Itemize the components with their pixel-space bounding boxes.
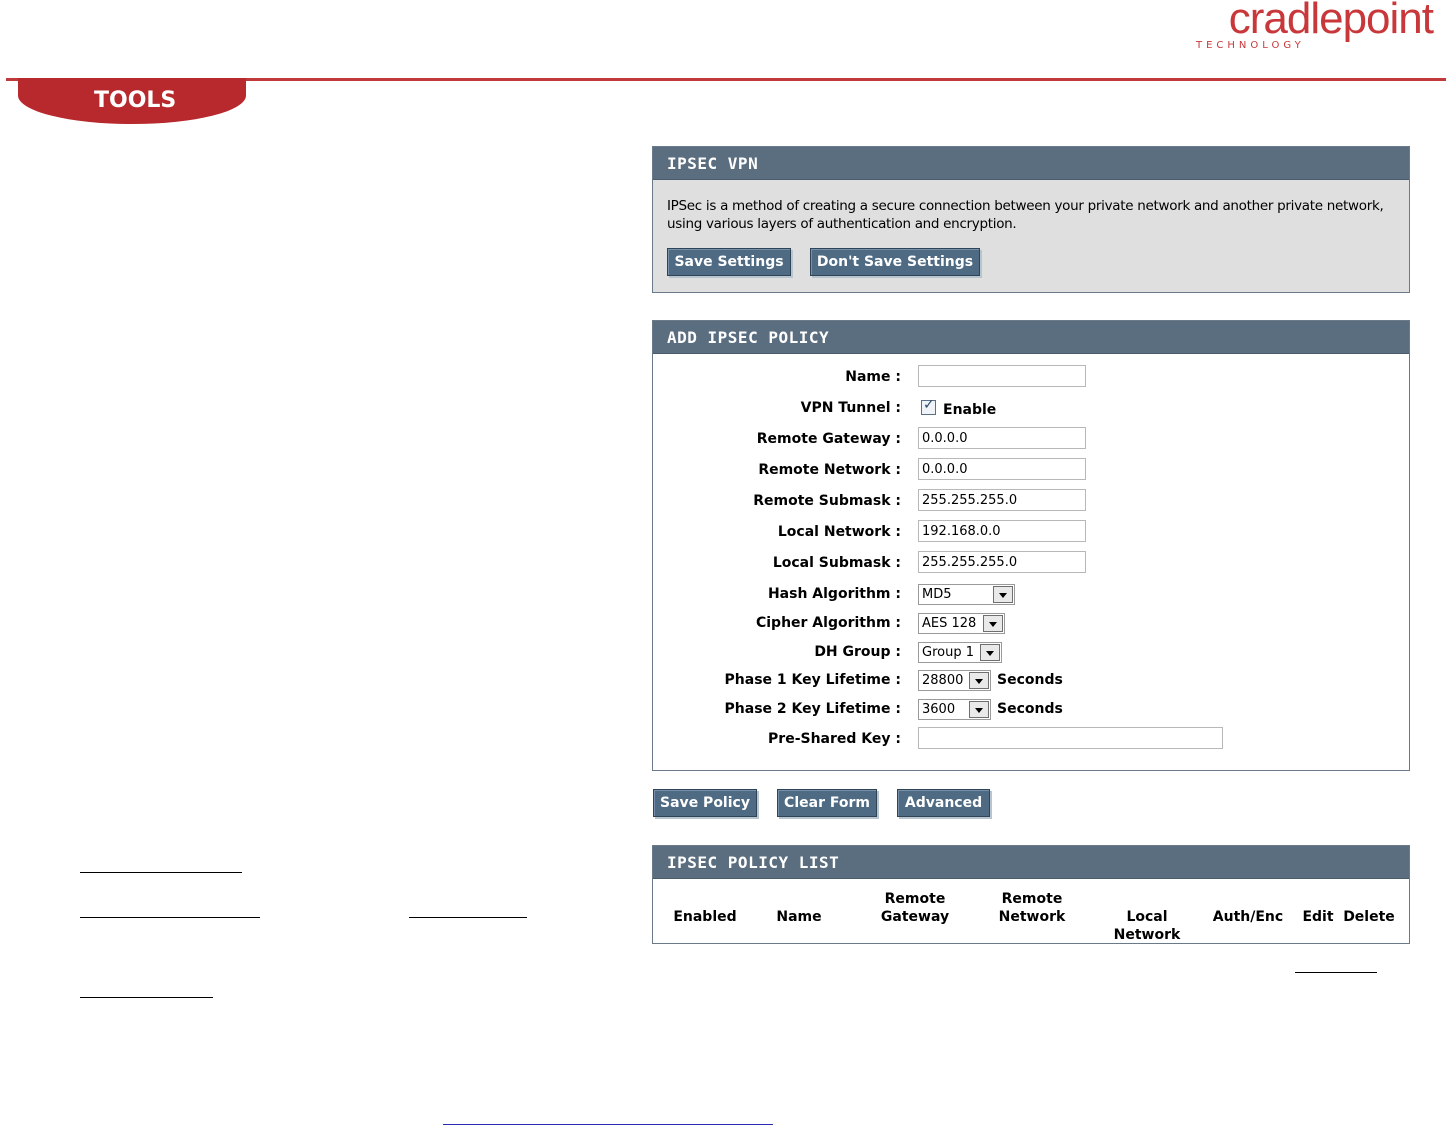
column-remote-network: Remote Network	[989, 890, 1075, 926]
chevron-down-icon[interactable]	[969, 672, 989, 689]
link-underline[interactable]	[409, 917, 527, 918]
cradlepoint-logo: cradlepoint TECHNOLOGY	[1188, 0, 1434, 56]
dh-group-label: DH Group :	[814, 644, 901, 660]
ipsec-vpn-panel: IPSEC VPN IPSec is a method of creating …	[652, 146, 1410, 293]
add-ipsec-policy-panel: ADD IPSEC POLICY Name : VPN Tunnel : Ena…	[652, 320, 1410, 771]
column-delete: Delete	[1343, 909, 1395, 925]
phase2-lifetime-label: Phase 2 Key Lifetime :	[724, 701, 901, 717]
local-network-label: Local Network :	[777, 524, 901, 540]
column-remote-network-label: Remote Network	[998, 891, 1066, 925]
pre-shared-key-label: Pre-Shared Key :	[768, 731, 901, 747]
column-remote-gateway-label: Remote Gateway	[880, 891, 950, 925]
name-label: Name :	[845, 369, 901, 385]
save-policy-button[interactable]: Save Policy	[653, 789, 757, 817]
remote-network-input[interactable]: 0.0.0.0	[918, 458, 1086, 480]
hash-algorithm-value: MD5	[922, 587, 952, 602]
ipsec-policy-list-panel: IPSEC POLICY LIST Enabled Name Remote Ga…	[652, 845, 1410, 944]
local-submask-label: Local Submask :	[772, 555, 901, 571]
tools-tab-label: TOOLS	[94, 88, 177, 113]
ipsec-vpn-title: IPSEC VPN	[653, 147, 1409, 180]
brand-name: cradlepoint	[1228, 0, 1434, 43]
policy-list-title: IPSEC POLICY LIST	[653, 846, 1409, 879]
remote-gateway-input[interactable]: 0.0.0.0	[918, 427, 1086, 449]
phase2-seconds-label: Seconds	[997, 701, 1063, 717]
local-network-input[interactable]: 192.168.0.0	[918, 520, 1086, 542]
cipher-algorithm-select[interactable]: AES 128	[918, 613, 1005, 634]
clear-form-button[interactable]: Clear Form	[777, 789, 877, 817]
phase2-lifetime-value: 3600	[922, 702, 956, 717]
column-auth-enc: Auth/Enc	[1212, 909, 1284, 925]
advanced-button[interactable]: Advanced	[897, 789, 990, 817]
local-submask-input[interactable]: 255.255.255.0	[918, 551, 1086, 573]
add-policy-title: ADD IPSEC POLICY	[653, 321, 1409, 354]
vpn-tunnel-label: VPN Tunnel :	[800, 400, 901, 416]
column-name: Name	[776, 909, 822, 925]
pre-shared-key-input[interactable]	[918, 727, 1223, 749]
cipher-algorithm-label: Cipher Algorithm :	[755, 615, 901, 631]
chevron-down-icon[interactable]	[980, 644, 1000, 661]
brand-tagline: TECHNOLOGY	[1196, 40, 1305, 51]
vpn-tunnel-enable-label: Enable	[943, 402, 997, 418]
phase1-lifetime-select[interactable]: 28800	[918, 670, 991, 691]
dont-save-settings-button[interactable]: Don't Save Settings	[810, 248, 980, 276]
phase1-seconds-label: Seconds	[997, 672, 1063, 688]
link-underline[interactable]	[80, 997, 213, 998]
hash-algorithm-select[interactable]: MD5	[918, 584, 1015, 605]
remote-network-label: Remote Network :	[758, 462, 901, 478]
hash-algorithm-label: Hash Algorithm :	[767, 586, 901, 602]
ipsec-description: IPSec is a method of creating a secure c…	[667, 198, 1384, 232]
chevron-down-icon[interactable]	[983, 615, 1003, 632]
column-remote-gateway: Remote Gateway	[871, 890, 959, 926]
vpn-tunnel-checkbox[interactable]	[921, 397, 936, 415]
phase1-lifetime-label: Phase 1 Key Lifetime :	[724, 672, 901, 688]
column-local-network: Local Network	[1113, 909, 1181, 943]
link-underline[interactable]	[80, 872, 242, 873]
remote-gateway-label: Remote Gateway :	[756, 431, 901, 447]
remote-submask-input[interactable]: 255.255.255.0	[918, 489, 1086, 511]
column-enabled: Enabled	[673, 909, 737, 925]
phase2-lifetime-select[interactable]: 3600	[918, 699, 991, 720]
dh-group-select[interactable]: Group 1	[918, 642, 1002, 663]
link-underline[interactable]	[1295, 972, 1377, 973]
save-settings-button[interactable]: Save Settings	[667, 248, 791, 276]
column-edit: Edit	[1302, 909, 1334, 925]
dh-group-value: Group 1	[922, 645, 974, 660]
chevron-down-icon[interactable]	[993, 586, 1013, 603]
name-input[interactable]	[918, 365, 1086, 387]
chevron-down-icon[interactable]	[969, 701, 989, 718]
link-underline[interactable]	[80, 917, 260, 918]
phase1-lifetime-value: 28800	[922, 673, 964, 688]
cipher-algorithm-value: AES 128	[922, 616, 977, 631]
remote-submask-label: Remote Submask :	[753, 493, 901, 509]
